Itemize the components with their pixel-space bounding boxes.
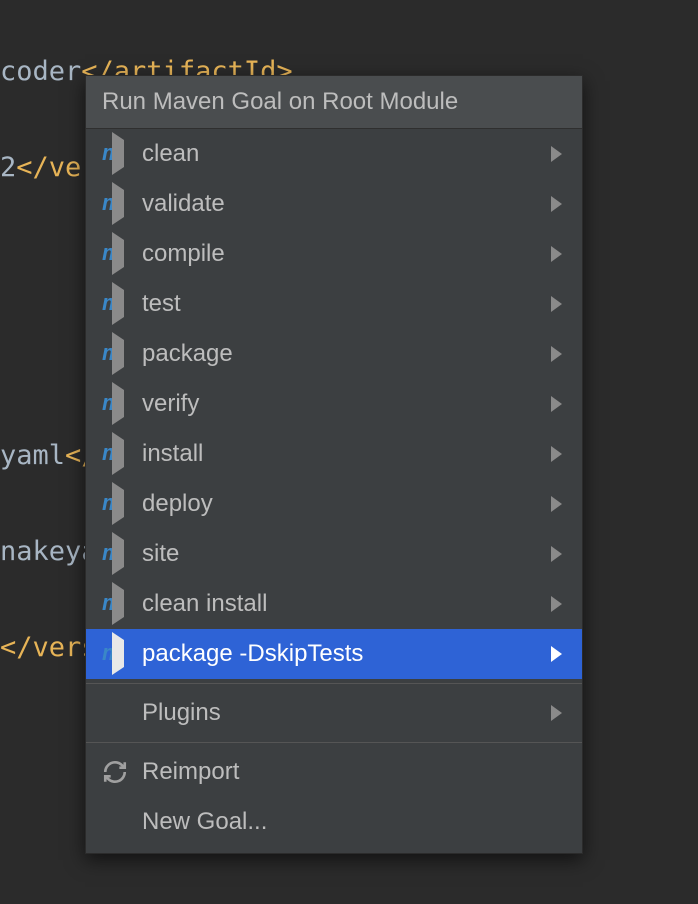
maven-reimport-item[interactable]: Reimport [86, 747, 582, 797]
menu-item-label: validate [142, 190, 546, 218]
menu-separator [86, 683, 582, 684]
menu-item-label: clean install [142, 590, 546, 618]
maven-goal-clean[interactable]: m clean [86, 129, 582, 179]
menu-item-label: test [142, 290, 546, 318]
submenu-arrow-icon [546, 596, 566, 612]
menu-item-label: package -DskipTests [142, 640, 546, 668]
menu-item-label: clean [142, 140, 546, 168]
maven-goal-validate[interactable]: m validate [86, 179, 582, 229]
maven-goal-site[interactable]: m site [86, 529, 582, 579]
maven-goal-icon: m [102, 192, 142, 216]
popup-title: Run Maven Goal on Root Module [86, 76, 582, 129]
menu-separator [86, 742, 582, 743]
menu-item-label: site [142, 540, 546, 568]
submenu-arrow-icon [546, 705, 566, 721]
maven-plugins-item[interactable]: Plugins [86, 688, 582, 738]
submenu-arrow-icon [546, 396, 566, 412]
maven-goal-icon: m [102, 342, 142, 366]
maven-goal-popup: Run Maven Goal on Root Module m clean m … [85, 75, 583, 854]
submenu-arrow-icon [546, 546, 566, 562]
maven-goal-icon: m [102, 242, 142, 266]
maven-goal-clean-install[interactable]: m clean install [86, 579, 582, 629]
code-text: 2 [0, 152, 16, 183]
submenu-arrow-icon [546, 196, 566, 212]
submenu-arrow-icon [546, 346, 566, 362]
maven-goal-verify[interactable]: m verify [86, 379, 582, 429]
maven-goal-icon: m [102, 292, 142, 316]
maven-goal-install[interactable]: m install [86, 429, 582, 479]
menu-item-label: deploy [142, 490, 546, 518]
maven-goal-icon: m [102, 492, 142, 516]
code-text: yaml [0, 440, 65, 471]
menu-item-label: install [142, 440, 546, 468]
menu-item-label: Reimport [142, 758, 546, 786]
maven-goal-deploy[interactable]: m deploy [86, 479, 582, 529]
code-text: nakeya [0, 536, 98, 567]
menu-item-label: package [142, 340, 546, 368]
submenu-arrow-icon [546, 496, 566, 512]
maven-goal-package-skiptests[interactable]: m package -DskipTests [86, 629, 582, 679]
submenu-arrow-icon [546, 146, 566, 162]
menu-item-label: Plugins [142, 699, 546, 727]
maven-goal-icon: m [102, 542, 142, 566]
submenu-arrow-icon [546, 446, 566, 462]
menu-item-label: New Goal... [142, 808, 546, 836]
maven-goal-compile[interactable]: m compile [86, 229, 582, 279]
menu-item-label: verify [142, 390, 546, 418]
maven-new-goal-item[interactable]: New Goal... [86, 797, 582, 847]
maven-goal-test[interactable]: m test [86, 279, 582, 329]
maven-goal-icon: m [102, 442, 142, 466]
xml-close-tag: </vers [0, 632, 98, 663]
maven-goal-icon: m [102, 142, 142, 166]
maven-goal-package[interactable]: m package [86, 329, 582, 379]
submenu-arrow-icon [546, 246, 566, 262]
submenu-arrow-icon [546, 296, 566, 312]
maven-goal-icon: m [102, 642, 142, 666]
maven-goal-icon: m [102, 392, 142, 416]
code-text: coder [0, 56, 81, 87]
submenu-arrow-icon [546, 646, 566, 662]
menu-item-label: compile [142, 240, 546, 268]
reimport-icon [102, 759, 142, 785]
maven-goal-icon: m [102, 592, 142, 616]
